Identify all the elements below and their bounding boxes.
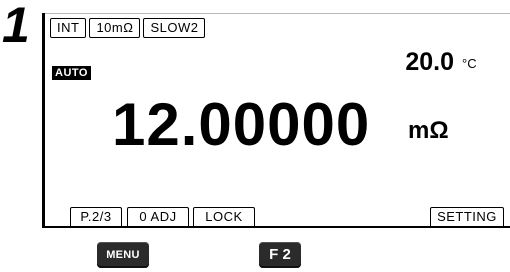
status-tag-bar: INT 10mΩ SLOW2 <box>50 18 206 38</box>
softkey-lock[interactable]: LOCK <box>193 207 255 226</box>
softkey-zero-adjust[interactable]: 0 ADJ <box>127 207 189 226</box>
status-tag-source: INT <box>50 18 87 38</box>
softkey-page[interactable]: P.2/3 <box>70 207 122 226</box>
temperature-value: 20.0 <box>405 48 454 76</box>
auto-range-badge: AUTO <box>52 66 91 80</box>
measurement-unit: mΩ <box>408 117 449 144</box>
status-tag-range: 10mΩ <box>89 18 141 38</box>
measurement-value: 12.00000 <box>112 91 371 158</box>
f2-key[interactable]: F 2 <box>259 242 301 268</box>
screen-top-line <box>45 13 510 14</box>
step-number: 1 <box>2 0 30 53</box>
status-tag-speed: SLOW2 <box>143 18 206 38</box>
screen-bottom-border <box>42 226 510 228</box>
screen-left-border <box>42 13 45 228</box>
softkey-setting[interactable]: SETTING <box>430 207 504 226</box>
menu-key[interactable]: MENU <box>97 242 149 268</box>
temperature-unit: °C <box>462 56 477 71</box>
